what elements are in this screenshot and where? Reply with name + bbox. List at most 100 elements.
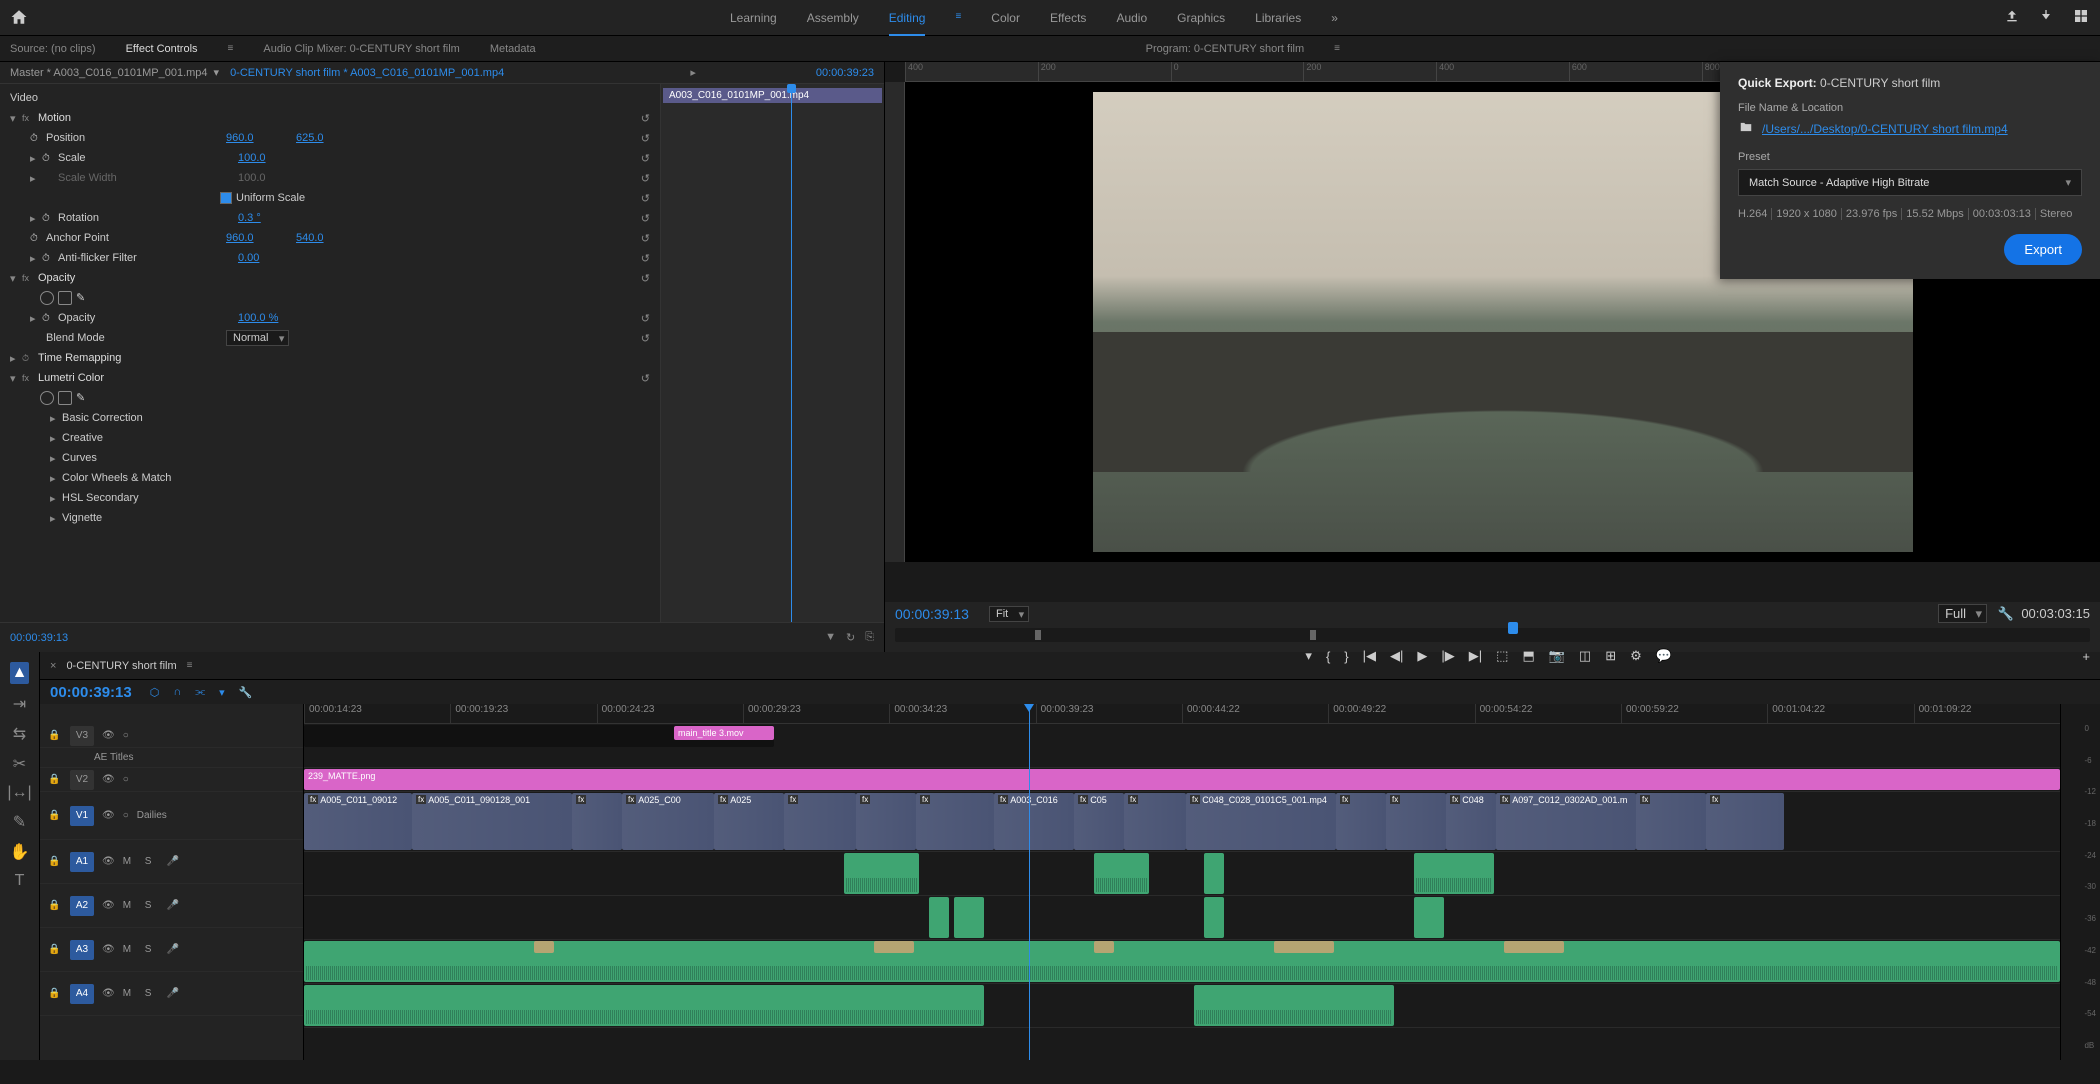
workspace-graphics[interactable]: Graphics	[1177, 11, 1225, 25]
workspace-audio[interactable]: Audio	[1116, 11, 1147, 25]
mark-out-icon[interactable]: }	[1344, 649, 1348, 664]
slip-tool-icon[interactable]: |↔|	[7, 784, 31, 802]
tab-effect-controls[interactable]: Effect Controls	[126, 43, 198, 55]
step-back-icon[interactable]: ◀|	[1390, 648, 1403, 664]
workspace-menu-icon[interactable]: ≡	[955, 11, 961, 25]
audio-clip[interactable]	[1204, 897, 1224, 938]
workspace-libraries[interactable]: Libraries	[1255, 11, 1301, 25]
comment-icon[interactable]: 💬	[1656, 648, 1672, 664]
tab-program[interactable]: Program: 0-CENTURY short film	[1146, 43, 1305, 55]
wrench-icon[interactable]: 🔧	[1998, 606, 2014, 621]
rect-mask-icon[interactable]	[58, 391, 72, 405]
tab-metadata[interactable]: Metadata	[490, 43, 536, 55]
basic-correction-row[interactable]: ▸Basic Correction	[0, 408, 660, 428]
loop-icon[interactable]: ↻	[846, 631, 855, 644]
track-header-a1[interactable]: 🔒A1👁MS🎤	[40, 840, 303, 884]
video-clip[interactable]: fxA025_C00	[622, 793, 714, 850]
add-marker-icon[interactable]: ▾	[1305, 648, 1312, 664]
video-clip[interactable]: fx	[1336, 793, 1386, 850]
workspace-layout-icon[interactable]	[2072, 8, 2090, 27]
magnet-icon[interactable]: ∩	[173, 686, 181, 699]
track-a1[interactable]	[304, 852, 2060, 896]
settings-icon[interactable]: ⚙	[1630, 648, 1642, 664]
mask-tools-row2[interactable]: ✎	[0, 388, 660, 408]
safe-margin-icon[interactable]: ⊞	[1605, 648, 1616, 664]
mask-tools-row[interactable]: ✎	[0, 288, 660, 308]
video-clip[interactable]: fx	[1124, 793, 1186, 850]
pen-mask-icon[interactable]: ✎	[76, 391, 90, 405]
export-button[interactable]: Export	[2004, 234, 2082, 265]
track-a2[interactable]	[304, 896, 2060, 940]
video-clip[interactable]: fx	[572, 793, 622, 850]
blend-mode-dropdown[interactable]: Normal	[226, 330, 289, 346]
workspace-learning[interactable]: Learning	[730, 11, 777, 25]
ec-playhead[interactable]	[791, 84, 792, 622]
linked-sel-icon[interactable]: ⫘	[195, 686, 205, 699]
video-clip[interactable]: fx	[784, 793, 856, 850]
video-clip[interactable]: fx	[1636, 793, 1706, 850]
anchor-row[interactable]: ⏱Anchor Point960.0540.0↺	[0, 228, 660, 248]
wrench-icon[interactable]: 🔧	[239, 686, 253, 699]
flicker-row[interactable]: ▸⏱Anti-flicker Filter0.00↺	[0, 248, 660, 268]
share-icon[interactable]	[2004, 8, 2020, 27]
zoom-dropdown[interactable]: Fit	[989, 606, 1029, 622]
audio-marker[interactable]	[534, 941, 554, 953]
motion-section[interactable]: ▾fxMotion↺	[0, 108, 660, 128]
ec-clip-link[interactable]: 0-CENTURY short film * A003_C016_0101MP_…	[230, 67, 504, 79]
quick-export-icon[interactable]	[2038, 8, 2054, 27]
program-menu-icon[interactable]: ≡	[1334, 43, 1340, 54]
track-select-tool-icon[interactable]: ⇥	[13, 694, 26, 714]
lumetri-section[interactable]: ▾fxLumetri Color↺	[0, 368, 660, 388]
audio-clip[interactable]	[929, 897, 949, 938]
ellipse-mask-icon[interactable]	[40, 291, 54, 305]
export-path-link[interactable]: /Users/.../Desktop/0-CENTURY short film.…	[1762, 122, 2008, 136]
goto-in-icon[interactable]: |◀	[1363, 648, 1376, 664]
video-clip[interactable]: fxA097_C012_0302AD_001.m	[1496, 793, 1636, 850]
creative-row[interactable]: ▸Creative	[0, 428, 660, 448]
hsl-row[interactable]: ▸HSL Secondary	[0, 488, 660, 508]
position-row[interactable]: ⏱Position960.0625.0↺	[0, 128, 660, 148]
play-icon[interactable]: ▶	[1417, 648, 1427, 664]
compare-icon[interactable]: ◫	[1579, 648, 1591, 664]
wheels-row[interactable]: ▸Color Wheels & Match	[0, 468, 660, 488]
video-clip[interactable]: fx	[856, 793, 916, 850]
audio-clip[interactable]	[844, 853, 919, 894]
extract-icon[interactable]: ⬒	[1522, 648, 1534, 664]
audio-marker[interactable]	[874, 941, 914, 953]
opacity-value-row[interactable]: ▸⏱Opacity100.0 %↺	[0, 308, 660, 328]
tab-source[interactable]: Source: (no clips)	[10, 43, 96, 55]
program-timecode[interactable]: 00:00:39:13	[895, 606, 969, 622]
track-header-v3[interactable]: 🔒V3👁○	[40, 724, 303, 748]
panel-menu-icon[interactable]: ≡	[228, 43, 234, 54]
rotation-row[interactable]: ▸⏱Rotation0.3 °↺	[0, 208, 660, 228]
video-clip[interactable]: fxC048	[1446, 793, 1496, 850]
lift-icon[interactable]: ⬚	[1496, 648, 1508, 664]
hand-tool-icon[interactable]: ✋	[10, 842, 30, 862]
ripple-tool-icon[interactable]: ⇆	[13, 724, 26, 744]
audio-clip[interactable]	[304, 985, 984, 1026]
uniform-checkbox[interactable]	[220, 192, 232, 204]
step-fwd-icon[interactable]: |▶	[1441, 648, 1454, 664]
vignette-row[interactable]: ▸Vignette	[0, 508, 660, 528]
video-clip[interactable]: fxA005_C011_09012	[304, 793, 412, 850]
track-header-v2[interactable]: 🔒V2👁○	[40, 768, 303, 792]
video-clip[interactable]: fxA003_C016	[994, 793, 1074, 850]
export-frame-icon[interactable]: ⎘	[865, 631, 874, 644]
track-header-v1[interactable]: 🔒V1👁○Dailies	[40, 792, 303, 840]
scrubber-playhead[interactable]	[1508, 622, 1518, 634]
video-clip[interactable]: fx	[916, 793, 994, 850]
audio-clip[interactable]	[1204, 853, 1224, 894]
track-v1[interactable]: fxA005_C011_09012fxA005_C011_090128_001f…	[304, 792, 2060, 852]
clip-matte[interactable]: 239_MATTE.png	[304, 769, 2060, 790]
audio-clip[interactable]	[1414, 853, 1494, 894]
workspace-overflow-icon[interactable]: »	[1331, 11, 1338, 25]
out-point-marker[interactable]	[1310, 630, 1316, 640]
workspace-editing[interactable]: Editing	[889, 11, 926, 25]
rect-mask-icon[interactable]	[58, 291, 72, 305]
timeline-content[interactable]: 00:00:14:2300:00:19:2300:00:24:2300:00:2…	[304, 704, 2060, 1060]
timeline-ruler[interactable]: 00:00:14:2300:00:19:2300:00:24:2300:00:2…	[304, 704, 2060, 724]
home-icon[interactable]	[10, 8, 30, 28]
audio-marker[interactable]	[1094, 941, 1114, 953]
clip-main-title[interactable]: main_title 3.mov	[674, 726, 774, 740]
ellipse-mask-icon[interactable]	[40, 391, 54, 405]
